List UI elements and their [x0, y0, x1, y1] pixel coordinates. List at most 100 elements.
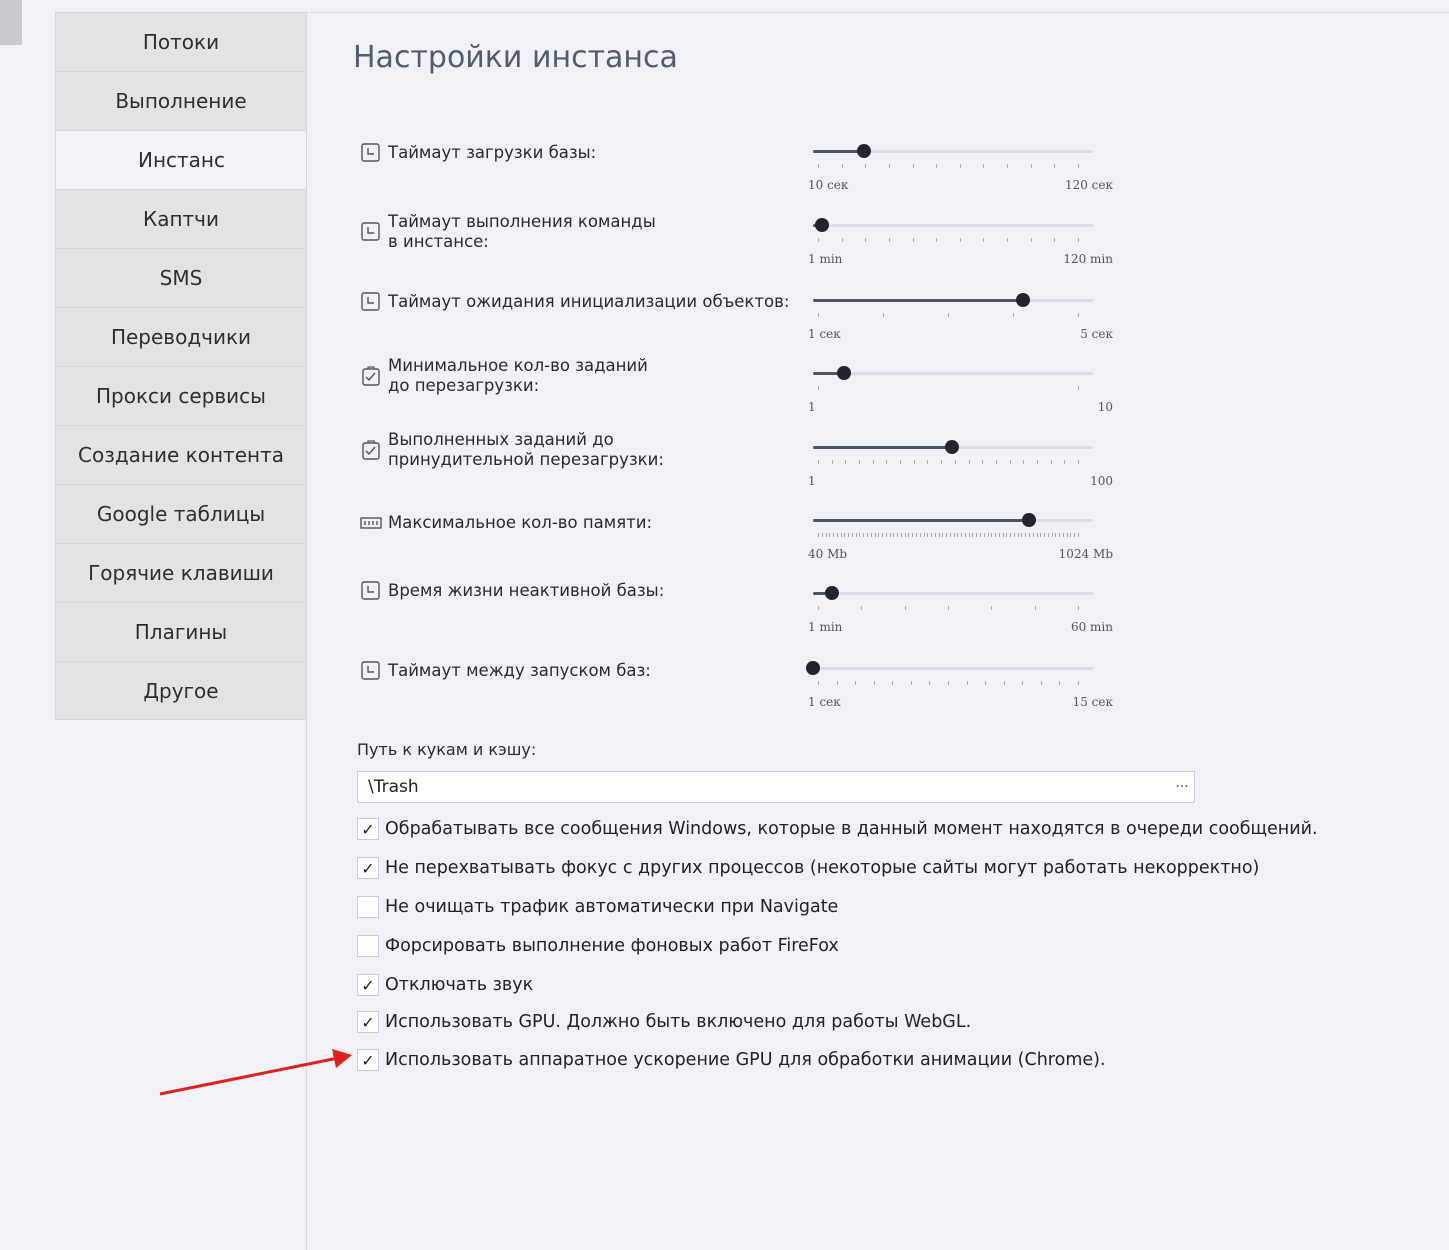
- sidebar-item-instance[interactable]: Инстанс: [55, 130, 307, 189]
- slider-tick: [818, 313, 819, 317]
- sidebar-item-other[interactable]: Другое: [55, 661, 307, 720]
- cookie-cache-path-label: Путь к кукам и кэшу:: [357, 740, 537, 759]
- slider-track[interactable]: [813, 667, 1093, 670]
- sidebar-item-google-sheets[interactable]: Google таблицы: [55, 484, 307, 543]
- checkbox-label: Обрабатывать все сообщения Windows, кото…: [385, 819, 1318, 839]
- setting-label-object-init-timeout: Таймаут ожидания инициализации объектов:: [360, 291, 789, 313]
- checkbox-box[interactable]: ✓: [357, 974, 379, 996]
- slider-tick: [900, 460, 902, 464]
- slider-tick: [1078, 238, 1079, 242]
- sidebar-item-captcha[interactable]: Каптчи: [55, 189, 307, 248]
- checkbox-box[interactable]: ✓: [357, 857, 379, 879]
- checkbox-box[interactable]: ✓: [357, 1011, 379, 1033]
- sidebar-item-proxy-services[interactable]: Прокси сервисы: [55, 366, 307, 425]
- clock-icon: [360, 142, 382, 164]
- slider-ticks: [818, 238, 1088, 244]
- slider-tick: [836, 681, 838, 685]
- slider-min-label: 1 сек: [808, 327, 841, 341]
- slider-tick: [1010, 533, 1012, 537]
- slider-thumb[interactable]: [856, 144, 871, 158]
- slider-max-label: 120 min: [1063, 252, 1113, 266]
- slider-thumb[interactable]: [815, 218, 830, 232]
- slider-object-init-timeout[interactable]: 1 сек 5 сек: [808, 290, 1113, 360]
- slider-tick: [1054, 238, 1056, 242]
- checkbox-dont-clear-traffic[interactable]: Не очищать трафик автоматически при Navi…: [357, 896, 838, 918]
- slider-tick: [983, 164, 985, 168]
- sidebar-item-execution[interactable]: Выполнение: [55, 71, 307, 130]
- checkbox-process-windows-messages[interactable]: ✓ Обрабатывать все сообщения Windows, ко…: [357, 818, 1318, 840]
- slider-track[interactable]: [813, 592, 1093, 595]
- checkbox-box[interactable]: [357, 896, 379, 918]
- slider-thumb[interactable]: [806, 661, 820, 675]
- setting-label-max-memory: Максимальное кол-во памяти:: [360, 512, 652, 534]
- slider-max-memory[interactable]: 40 Mb 1024 Mb: [808, 510, 1113, 580]
- slider-tick: [831, 460, 833, 464]
- sidebar-item-plugins[interactable]: Плагины: [55, 602, 307, 661]
- slider-tick: [948, 313, 949, 317]
- sidebar-item-translators[interactable]: Переводчики: [55, 307, 307, 366]
- checkbox-box[interactable]: ✓: [357, 818, 379, 840]
- slider-tick: [946, 533, 948, 537]
- slider-min-label: 1: [808, 474, 816, 488]
- slider-thumb[interactable]: [1022, 513, 1037, 527]
- slider-command-timeout[interactable]: 1 min 120 min: [808, 215, 1113, 285]
- sidebar-item-hotkeys[interactable]: Горячие клавиши: [55, 543, 307, 602]
- slider-tick: [1059, 681, 1061, 685]
- slider-tick: [912, 238, 914, 242]
- slider-tick: [1059, 533, 1061, 537]
- slider-tick: [859, 460, 861, 464]
- slider-tick: [1030, 164, 1032, 168]
- slider-tick: [818, 681, 819, 685]
- setting-label-tasks-before-forced-restart: Выполненных заданий до принудительной пе…: [360, 430, 664, 470]
- slider-tick: [892, 681, 894, 685]
- slider-thumb[interactable]: [824, 586, 839, 600]
- slider-tick: [931, 533, 933, 537]
- task-icon: [360, 439, 382, 461]
- slider-tick: [912, 164, 914, 168]
- slider-thumb[interactable]: [1016, 293, 1030, 307]
- clock-icon: [360, 291, 382, 313]
- slider-min-label: 1: [808, 400, 816, 414]
- slider-thumb[interactable]: [837, 366, 852, 380]
- slider-tick: [904, 533, 906, 537]
- slider-tick: [844, 533, 846, 537]
- checkbox-mute-sound[interactable]: ✓ Отключать звук: [357, 974, 533, 996]
- slider-tick: [1051, 533, 1053, 537]
- slider-max-label: 1024 Mb: [1058, 547, 1113, 561]
- cookie-cache-path-input[interactable]: [357, 771, 1195, 803]
- checkbox-box[interactable]: [357, 935, 379, 957]
- slider-db-load-timeout[interactable]: 10 сек 120 сек: [808, 141, 1113, 211]
- checkbox-dont-steal-focus[interactable]: ✓ Не перехватывать фокус с других процес…: [357, 857, 1259, 879]
- slider-tick: [1040, 533, 1042, 537]
- slider-tick: [980, 533, 982, 537]
- slider-tasks-before-forced-restart[interactable]: 1 100: [808, 437, 1113, 507]
- sidebar-item-content-creation[interactable]: Создание контента: [55, 425, 307, 484]
- slider-tick: [1066, 533, 1068, 537]
- checkbox-label: Использовать аппаратное ускорение GPU дл…: [385, 1050, 1106, 1070]
- slider-tick: [987, 533, 989, 537]
- browse-path-button[interactable]: ···: [1170, 776, 1194, 798]
- slider-tick: [968, 460, 970, 464]
- slider-tick: [878, 533, 880, 537]
- slider-min-tasks-before-restart[interactable]: 1 10: [808, 363, 1113, 433]
- checkbox-gpu-animation-acceleration[interactable]: ✓ Использовать аппаратное ускорение GPU …: [357, 1049, 1106, 1071]
- slider-tick: [886, 460, 888, 464]
- checkbox-box[interactable]: ✓: [357, 1049, 379, 1071]
- clock-icon: [360, 660, 382, 682]
- checkbox-use-gpu[interactable]: ✓ Использовать GPU. Должно быть включено…: [357, 1011, 971, 1033]
- slider-track[interactable]: [813, 224, 1093, 227]
- sidebar-item-sms[interactable]: SMS: [55, 248, 307, 307]
- slider-tick: [983, 533, 985, 537]
- slider-db-launch-interval[interactable]: 1 сек 15 сек: [806, 658, 1113, 728]
- slider-thumb[interactable]: [944, 440, 959, 454]
- slider-tick: [885, 533, 887, 537]
- checkbox-force-firefox-background[interactable]: Форсировать выполнение фоновых работ Fir…: [357, 935, 839, 957]
- slider-tick: [1078, 460, 1079, 464]
- slider-max-label: 60 min: [1070, 620, 1113, 634]
- slider-tick: [936, 238, 938, 242]
- slider-tick: [893, 533, 895, 537]
- sidebar-item-threads[interactable]: Потоки: [55, 12, 307, 71]
- slider-inactive-db-lifetime[interactable]: 1 min 60 min: [808, 583, 1113, 653]
- slider-track[interactable]: [813, 372, 1093, 375]
- slider-tick: [919, 533, 921, 537]
